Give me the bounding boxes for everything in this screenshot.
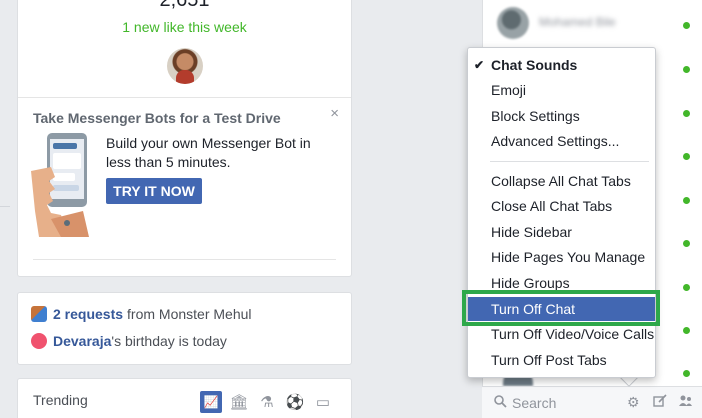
promo-body: Build your own Messenger Bot in less tha… bbox=[106, 135, 311, 170]
menu-item-hide-sidebar[interactable]: Hide Sidebar bbox=[468, 220, 655, 244]
trending-category-tabs: 📈 🏛 ⚗ ⚽ ▭ bbox=[200, 391, 334, 413]
online-status-dot bbox=[683, 22, 690, 29]
birthday-name-link[interactable]: Devaraja bbox=[53, 333, 111, 349]
trending-title: Trending bbox=[33, 392, 88, 408]
divider bbox=[0, 206, 10, 207]
highlight-annotation bbox=[462, 290, 660, 326]
menu-item-hide-pages[interactable]: Hide Pages You Manage bbox=[468, 245, 655, 269]
menu-item-advanced-settings[interactable]: Advanced Settings... bbox=[468, 129, 655, 153]
checkmark-icon: ✔ bbox=[474, 58, 485, 72]
requests-from-text: from Monster Mehul bbox=[127, 306, 252, 322]
page-likes-card: 2,651 1 new like this week Take Messenge… bbox=[17, 0, 352, 277]
new-likes-text[interactable]: 1 new like this week bbox=[18, 19, 351, 35]
close-icon[interactable]: × bbox=[330, 105, 339, 122]
messenger-phone-illustration bbox=[31, 133, 89, 237]
promo-title: Take Messenger Bots for a Test Drive bbox=[33, 110, 281, 126]
menu-item-close-all-chat-tabs[interactable]: Close All Chat Tabs bbox=[468, 194, 655, 218]
create-group-icon[interactable] bbox=[678, 394, 693, 411]
chat-options-menu: ✔ Chat Sounds Emoji Block Settings Advan… bbox=[467, 47, 656, 378]
screen: 2,651 1 new like this week Take Messenge… bbox=[0, 0, 702, 418]
new-message-icon[interactable] bbox=[653, 394, 667, 411]
menu-separator bbox=[490, 161, 649, 162]
online-status-dot bbox=[683, 284, 690, 291]
card-divider bbox=[33, 259, 336, 260]
online-status-dot bbox=[683, 240, 690, 247]
entertainment-icon[interactable]: ▭ bbox=[312, 391, 334, 413]
likes-count: 2,651 bbox=[159, 0, 210, 11]
chat-search-input[interactable] bbox=[512, 393, 612, 413]
requests-count-link[interactable]: 2 requests bbox=[53, 306, 123, 322]
card-divider bbox=[18, 97, 351, 98]
search-icon bbox=[494, 395, 507, 411]
liker-avatar[interactable] bbox=[167, 48, 203, 84]
page-gutter bbox=[0, 0, 8, 418]
online-status-dot bbox=[683, 327, 690, 334]
contact-avatar[interactable] bbox=[497, 7, 529, 39]
gift-icon bbox=[31, 333, 47, 349]
online-status-dot bbox=[683, 370, 690, 377]
menu-item-turn-off-post-tabs[interactable]: Turn Off Post Tabs bbox=[468, 348, 655, 372]
trending-icon[interactable]: 📈 bbox=[200, 391, 222, 413]
requests-card: 2 requests from Monster Mehul Devaraja '… bbox=[17, 292, 352, 365]
birthday-text: 's birthday is today bbox=[111, 333, 227, 349]
sports-icon[interactable]: ⚽ bbox=[284, 391, 306, 413]
menu-item-chat-sounds[interactable]: ✔ Chat Sounds bbox=[468, 53, 655, 77]
online-status-dot bbox=[683, 197, 690, 204]
menu-item-emoji[interactable]: Emoji bbox=[468, 78, 655, 102]
group-requests-icon bbox=[31, 306, 47, 322]
birthday-row[interactable]: Devaraja 's birthday is today bbox=[31, 333, 227, 349]
trending-card: Trending 📈 🏛 ⚗ ⚽ ▭ bbox=[17, 378, 352, 418]
gear-icon[interactable]: ⚙ bbox=[627, 394, 640, 411]
science-icon[interactable]: ⚗ bbox=[256, 391, 278, 413]
menu-item-block-settings[interactable]: Block Settings bbox=[468, 104, 655, 128]
chat-bottom-bar: ⚙ bbox=[482, 386, 702, 418]
online-status-dot bbox=[683, 66, 690, 73]
requests-row[interactable]: 2 requests from Monster Mehul bbox=[31, 306, 252, 322]
try-it-now-button[interactable]: TRY IT NOW bbox=[106, 178, 202, 204]
online-status-dot bbox=[683, 153, 690, 160]
contact-name[interactable]: Mohamed Bile bbox=[539, 15, 616, 29]
politics-icon[interactable]: 🏛 bbox=[228, 391, 250, 413]
online-status-dot bbox=[683, 110, 690, 117]
menu-item-collapse-all-chat-tabs[interactable]: Collapse All Chat Tabs bbox=[468, 169, 655, 193]
